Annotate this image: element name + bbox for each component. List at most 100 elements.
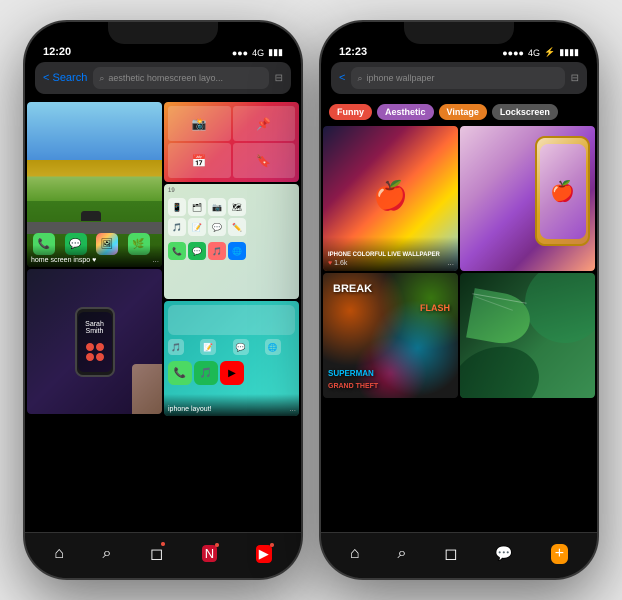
search-icon-nav-1: ⌕ — [102, 545, 111, 563]
card-organized[interactable]: 19 📱 🗂 📷 🗺 🎵 📝 💬 ✏️ — [164, 184, 299, 299]
car — [81, 211, 101, 221]
filter-icon-2[interactable]: ⊟ — [571, 73, 579, 84]
tag-vintage-2[interactable]: Vintage — [439, 104, 487, 120]
nav-app2-1[interactable]: ▶ — [256, 545, 272, 563]
card-tropical[interactable] — [460, 273, 595, 398]
back-button-1[interactable]: < Search — [43, 72, 87, 84]
dot1 — [86, 343, 94, 351]
teal-icon4: 🌐 — [265, 339, 281, 355]
shortcut-icon-2: 💬 — [495, 545, 512, 562]
search-input-1[interactable]: ⌕ aesthetic homescreen layo... — [93, 67, 268, 89]
dark-phone-content: Sarah Smith — [27, 269, 162, 414]
nav-app-2[interactable]: 💬 — [495, 545, 512, 562]
card-colorful-title: IPHONE COLORFUL LIVE WALLPAPER — [328, 252, 453, 259]
beach-scene: 📞 💬 🖼 🌿 — [27, 102, 162, 267]
nav-app1-1[interactable]: N — [202, 545, 217, 562]
search-text-1: aesthetic homescreen layo... — [108, 73, 223, 83]
nav-inbox-2[interactable]: ◻ — [444, 544, 457, 564]
filter-icon-1[interactable]: ⊟ — [275, 73, 283, 84]
org-icon4: 🗺 — [228, 198, 246, 216]
search-text-2: iphone wallpaper — [366, 73, 434, 83]
heart-icon-2: ♥ — [328, 260, 332, 267]
lightning-icon-2: ⚡ — [544, 47, 555, 58]
card-graffiti[interactable]: BREAK FLASH SUPERMAN GRAND THEFT — [323, 273, 458, 398]
card-marble[interactable]: 🍎 — [460, 126, 595, 271]
search-input-2[interactable]: ⌕ iphone wallpaper — [351, 67, 564, 89]
dot2 — [96, 343, 104, 351]
nav-home-2[interactable]: ⌂ — [350, 545, 360, 563]
teal-dock2: 🎵 — [194, 361, 218, 385]
nav-home-1[interactable]: ⌂ — [54, 545, 64, 563]
status-icons-2: ●●●● 4G ⚡ ▮▮▮▮ — [502, 47, 579, 58]
signal-icon-2: ●●●● — [502, 48, 524, 58]
tag-funny-2[interactable]: Funny — [329, 104, 372, 120]
card-colorful-likes: ♥ 1.6k — [328, 260, 453, 267]
insta-icon4: 🔖 — [233, 143, 296, 178]
tag-lockscreen-2[interactable]: Lockscreen — [492, 104, 558, 120]
card-colorful-meta: IPHONE COLORFUL LIVE WALLPAPER ♥ 1.6k — [323, 237, 458, 271]
shortcut-icon-1: N — [202, 545, 217, 562]
back-button-2[interactable]: < — [339, 72, 345, 84]
card-colorful-live[interactable]: 🍎 IPHONE COLORFUL LIVE WALLPAPER ♥ 1.6k … — [323, 126, 458, 271]
hand-silhouette — [132, 364, 162, 414]
card-beach[interactable]: 📞 💬 🖼 🌿 home screen inspo ♥ ... — [27, 102, 162, 267]
card-beach-dots[interactable]: ... — [152, 255, 159, 264]
battery-icon-2: ▮▮▮▮ — [559, 47, 579, 58]
xs-apple: 🍎 — [550, 179, 575, 204]
teal-icon2: 📝 — [200, 339, 216, 355]
phone-2: 12:23 ●●●● 4G ⚡ ▮▮▮▮ < ⌕ iphone wallpape… — [319, 20, 599, 580]
org-row1: 📱 🗂 📷 🗺 — [168, 198, 295, 216]
inbox-icon-2: ◻ — [444, 544, 457, 564]
grid-col-right-1: 📸 📌 📅 🔖 19 📱 🗂 — [164, 102, 299, 530]
tag-aesthetic-2[interactable]: Aesthetic — [377, 104, 434, 120]
nav-plus-2[interactable]: + — [551, 544, 568, 564]
insta-grid: 📸 📌 📅 🔖 — [164, 102, 299, 182]
youtube-icon-1: ▶ — [256, 545, 272, 563]
content-area-1: 📞 💬 🖼 🌿 home screen inspo ♥ ... — [25, 100, 301, 532]
dot4 — [96, 353, 104, 361]
teal-icon3: 💬 — [233, 339, 249, 355]
bottom-nav-2: ⌂ ⌕ ◻ 💬 + — [321, 532, 597, 578]
tropical-bg — [460, 273, 595, 398]
graffiti-text3: SUPERMAN — [328, 369, 374, 378]
sarah-label: Sarah Smith — [78, 319, 112, 337]
nav-inbox-1[interactable]: ◻ — [150, 544, 163, 564]
iphone-xs-screen: 🍎 — [540, 144, 586, 239]
nav-search-2[interactable]: ⌕ — [397, 545, 406, 563]
card-teal-label: iphone layout! — [164, 394, 299, 416]
org-icon1: 📱 — [168, 198, 186, 216]
tags-row-2: Funny Aesthetic Vintage Lockscreen — [321, 100, 597, 124]
dock-msg: 💬 — [188, 242, 206, 260]
inbox-icon-1: ◻ — [150, 544, 163, 564]
nav-search-1[interactable]: ⌕ — [102, 545, 111, 563]
leaf2 — [460, 335, 549, 398]
search-bar-2[interactable]: < ⌕ iphone wallpaper ⊟ — [331, 62, 587, 94]
org-icon3: 📷 — [208, 198, 226, 216]
network-icon-2: 4G — [528, 48, 540, 58]
mini-screen: Sarah Smith — [78, 312, 112, 372]
likes-count-2: 1.6k — [334, 260, 347, 267]
grid-col-left-1: 📞 💬 🖼 🌿 home screen inspo ♥ ... — [27, 102, 162, 530]
org-dock: 📞 💬 🎵 🌐 — [168, 242, 295, 260]
phone-2-screen: 12:23 ●●●● 4G ⚡ ▮▮▮▮ < ⌕ iphone wallpape… — [321, 22, 597, 578]
card-teal[interactable]: 🎵 📝 💬 🌐 📞 🎵 ▶ — [164, 301, 299, 416]
card-dark-phone[interactable]: Sarah Smith — [27, 269, 162, 414]
teal-icon1: 🎵 — [168, 339, 184, 355]
home-icon-1: ⌂ — [54, 545, 64, 563]
status-icons-1: ●●● 4G ▮▮▮ — [232, 47, 283, 58]
phone-1: 12:20 ●●● 4G ▮▮▮ < Search ⌕ aesthetic ho… — [23, 20, 303, 580]
nav-dot-1 — [161, 542, 165, 546]
search-icon-1: ⌕ — [99, 73, 104, 84]
insta-icon3: 📅 — [168, 143, 231, 178]
search-bar-1[interactable]: < Search ⌕ aesthetic homescreen layo... … — [35, 62, 291, 94]
card-teal-dots[interactable]: ... — [289, 404, 296, 413]
teal-icons: 🎵 📝 💬 🌐 — [168, 339, 295, 355]
card-beach-label: home screen inspo ♥ — [27, 245, 162, 267]
teal-dock3: ▶ — [220, 361, 244, 385]
plus-icon-2: + — [551, 544, 568, 564]
search-icon-nav-2: ⌕ — [397, 545, 406, 563]
card-instagram[interactable]: 📸 📌 📅 🔖 — [164, 102, 299, 182]
card-live-dots[interactable]: ... — [447, 258, 454, 267]
grid-1: 📞 💬 🖼 🌿 home screen inspo ♥ ... — [25, 100, 301, 532]
teal-dock1: 📞 — [168, 361, 192, 385]
